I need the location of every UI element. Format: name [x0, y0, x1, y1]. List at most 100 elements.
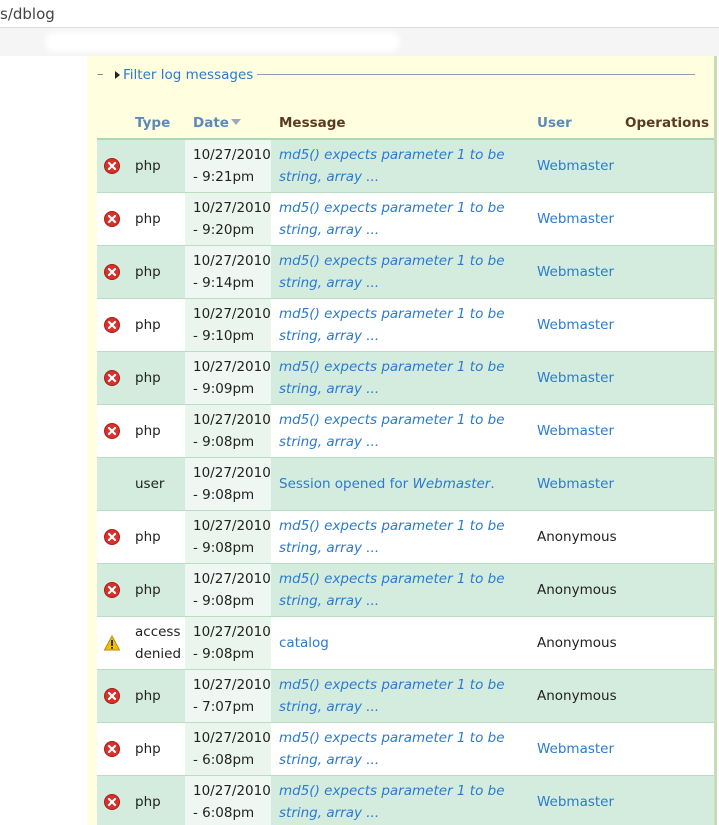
table-row: php 10/27/2010 - 9:09pm md5() expects param… — [97, 351, 714, 405]
operations-cell — [617, 775, 714, 825]
type-text: php — [135, 581, 161, 598]
user-text: Anonymous — [537, 687, 617, 704]
header-date-label[interactable]: Date — [193, 115, 229, 131]
fieldset-border-left: – — [97, 67, 104, 82]
error-icon — [104, 740, 120, 757]
date-line1: 10/27/2010 — [193, 252, 271, 269]
header-icon — [97, 107, 127, 140]
date-line1: 10/27/2010 — [193, 305, 271, 322]
message-link[interactable]: catalog — [279, 635, 329, 651]
message-cell: md5() expects parameter 1 to be string, … — [271, 192, 529, 246]
message-link[interactable]: md5() expects parameter 1 to be string, … — [279, 677, 505, 715]
address-bar[interactable]: s/dblog — [0, 0, 719, 28]
error-icon — [104, 687, 120, 704]
user-cell: Webmaster — [529, 245, 617, 299]
filter-toggle-link[interactable]: Filter log messages — [123, 67, 253, 83]
date-cell: 10/27/2010 - 9:21pm — [185, 139, 271, 193]
date-line2: - 9:08pm — [193, 433, 255, 450]
message-link[interactable]: Session opened for Webmaster. — [279, 476, 495, 492]
operations-cell — [617, 616, 714, 670]
message-link[interactable]: md5() expects parameter 1 to be string, … — [279, 571, 505, 609]
header-user[interactable]: User — [529, 107, 617, 140]
date-line1: 10/27/2010 — [193, 782, 271, 799]
user-text: Anonymous — [537, 528, 617, 545]
table-row: php 10/27/2010 - 9:20pm md5() expects param… — [97, 192, 714, 246]
type-cell: php — [127, 669, 185, 723]
message-link[interactable]: md5() expects parameter 1 to be string, … — [279, 253, 505, 291]
user-text: Anonymous — [537, 634, 617, 651]
header-date[interactable]: Date — [185, 107, 271, 140]
date-cell: 10/27/2010 - 9:10pm — [185, 298, 271, 352]
message-cell: Session opened for Webmaster. — [271, 457, 529, 511]
type-text: php — [135, 528, 161, 545]
table-row: php 10/27/2010 - 6:08pm md5() expects param… — [97, 775, 714, 825]
type-text: php — [135, 687, 161, 704]
user-link[interactable]: Webmaster — [537, 264, 614, 280]
date-cell: 10/27/2010 - 9:08pm — [185, 510, 271, 564]
user-link[interactable]: Webmaster — [537, 211, 614, 227]
date-line1: 10/27/2010 — [193, 623, 271, 640]
date-cell: 10/27/2010 - 9:08pm — [185, 616, 271, 670]
message-cell: md5() expects parameter 1 to be string, … — [271, 510, 529, 564]
message-cell: md5() expects parameter 1 to be string, … — [271, 139, 529, 193]
table-header-row: Type Date Message User Operations — [97, 107, 714, 140]
user-link[interactable]: Webmaster — [537, 317, 614, 333]
filter-fieldset: – Filter log messages — [97, 67, 695, 89]
type-text: access denied — [135, 623, 182, 662]
message-link[interactable]: md5() expects parameter 1 to be string, … — [279, 147, 505, 185]
error-icon — [104, 581, 120, 598]
message-user-link[interactable]: Webmaster — [413, 476, 491, 492]
table-row: php 10/27/2010 - 9:08pm md5() expects param… — [97, 404, 714, 458]
error-icon — [104, 528, 120, 545]
operations-cell — [617, 139, 714, 193]
message-text: Session opened for — [279, 475, 413, 492]
date-cell: 10/27/2010 - 9:08pm — [185, 457, 271, 511]
message-text: catalog — [279, 634, 329, 651]
message-link[interactable]: md5() expects parameter 1 to be string, … — [279, 783, 505, 821]
header-type[interactable]: Type — [127, 107, 185, 140]
page-margin — [0, 56, 87, 825]
sort-desc-icon[interactable] — [230, 118, 241, 125]
message-link[interactable]: md5() expects parameter 1 to be string, … — [279, 730, 505, 768]
header-user-label[interactable]: User — [537, 115, 572, 131]
triangle-right-icon[interactable] — [115, 71, 120, 79]
user-link[interactable]: Webmaster — [537, 741, 614, 757]
user-link[interactable]: Webmaster — [537, 476, 614, 492]
message-link[interactable]: md5() expects parameter 1 to be string, … — [279, 200, 505, 238]
type-cell: php — [127, 351, 185, 405]
user-link[interactable]: Webmaster — [537, 158, 614, 174]
user-link[interactable]: Webmaster — [537, 370, 614, 386]
type-cell: php — [127, 139, 185, 193]
user-link[interactable]: Webmaster — [537, 423, 614, 439]
type-text: php — [135, 793, 161, 810]
date-line2: - 9:09pm — [193, 380, 255, 397]
type-cell: user — [127, 457, 185, 511]
user-cell: Anonymous — [529, 669, 617, 723]
table-row: php 10/27/2010 - 9:10pm md5() expects param… — [97, 298, 714, 352]
date-line1: 10/27/2010 — [193, 729, 271, 746]
severity-cell — [97, 722, 127, 776]
message-link[interactable]: md5() expects parameter 1 to be string, … — [279, 359, 505, 397]
log-table-body: php 10/27/2010 - 9:21pm md5() expects param… — [97, 139, 714, 825]
type-text: php — [135, 316, 161, 333]
type-cell: php — [127, 298, 185, 352]
message-link[interactable]: md5() expects parameter 1 to be string, … — [279, 518, 505, 556]
message-link[interactable]: md5() expects parameter 1 to be string, … — [279, 412, 505, 450]
header-operations-label: Operations — [625, 114, 710, 131]
operations-cell — [617, 563, 714, 617]
browser-toolbar — [0, 28, 719, 56]
user-cell: Anonymous — [529, 563, 617, 617]
severity-cell — [97, 404, 127, 458]
user-cell: Webmaster — [529, 404, 617, 458]
severity-cell — [97, 298, 127, 352]
type-text: php — [135, 157, 161, 174]
content-panel: – Filter log messages Type Date Message … — [87, 56, 717, 825]
header-operations: Operations — [617, 107, 714, 140]
user-link[interactable]: Webmaster — [537, 794, 614, 810]
table-row: php 10/27/2010 - 9:21pm md5() expects param… — [97, 139, 714, 193]
address-url[interactable]: s/dblog — [0, 5, 55, 23]
message-link[interactable]: md5() expects parameter 1 to be string, … — [279, 306, 505, 344]
severity-cell — [97, 669, 127, 723]
type-text: php — [135, 740, 161, 757]
header-type-label[interactable]: Type — [135, 115, 170, 131]
